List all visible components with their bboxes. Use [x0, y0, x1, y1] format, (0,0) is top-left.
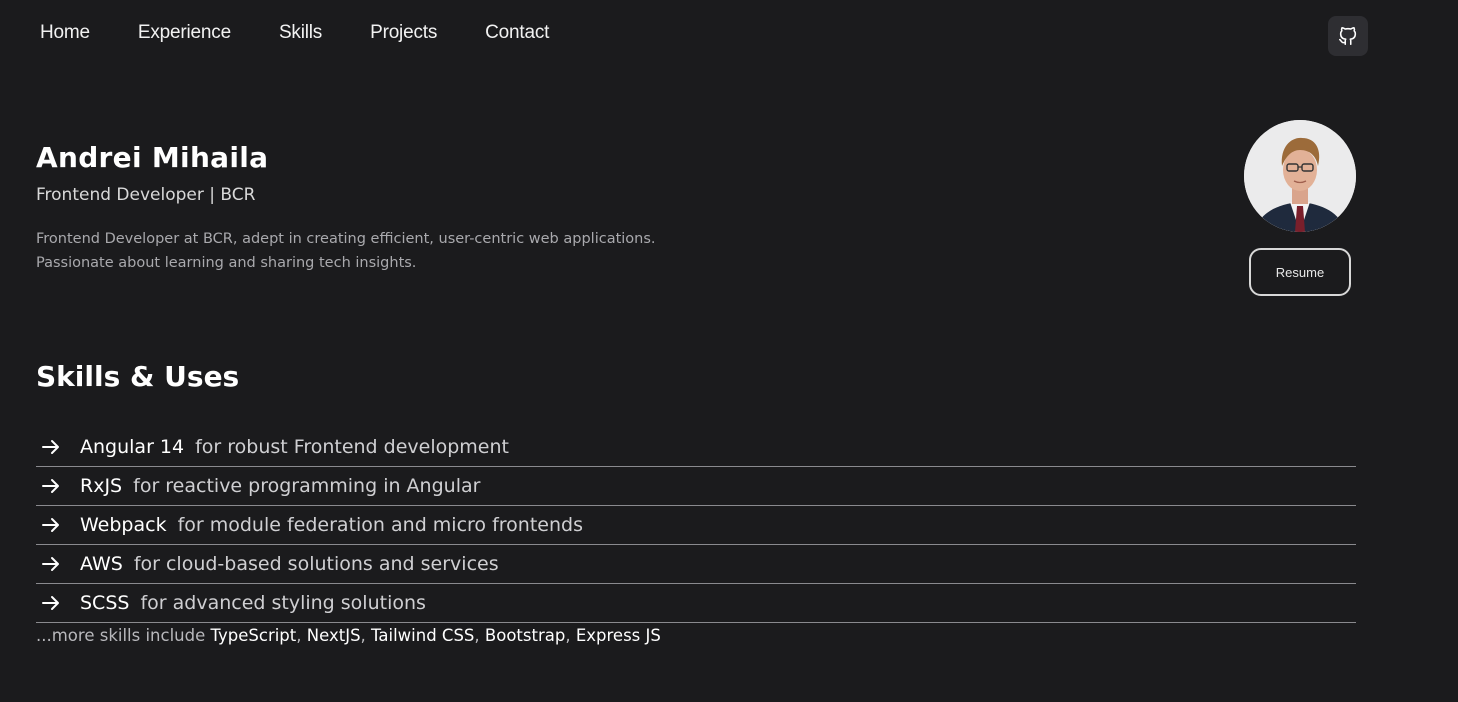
skill-description: for advanced styling solutions: [140, 592, 426, 614]
nav-home-link[interactable]: Home: [40, 22, 90, 44]
more-skill-item: TypeScript: [210, 626, 297, 645]
resume-button[interactable]: Resume: [1249, 248, 1351, 296]
github-button[interactable]: [1328, 16, 1368, 56]
arrow-right-icon: [36, 556, 80, 572]
profile-bio: Frontend Developer at BCR, adept in crea…: [36, 227, 736, 275]
profile-name: Andrei Mihaila: [36, 141, 269, 174]
avatar-photo: [1244, 120, 1356, 232]
more-skill-item: NextJS: [306, 626, 361, 645]
skill-name: Webpack: [80, 514, 167, 536]
nav-contact-link[interactable]: Contact: [485, 22, 549, 44]
github-icon: [1338, 27, 1357, 46]
separator: ,: [565, 626, 571, 645]
nav-skills-link[interactable]: Skills: [279, 22, 322, 44]
skill-name: SCSS: [80, 592, 130, 614]
separator: ,: [360, 626, 366, 645]
skills-heading: Skills & Uses: [36, 360, 240, 393]
bio-line: Passionate about learning and sharing te…: [36, 255, 417, 271]
skill-description: for cloud-based solutions and services: [133, 553, 499, 575]
profile-role: Frontend Developer | BCR: [36, 185, 256, 205]
more-skills: ...more skills include TypeScript, NextJ…: [36, 626, 661, 645]
skill-name: Angular 14: [80, 436, 185, 458]
bio-line: Frontend Developer at BCR, adept in crea…: [36, 231, 656, 247]
more-skills-prefix: ...more skills include: [36, 626, 206, 645]
arrow-right-icon: [36, 439, 80, 455]
skill-description: for reactive programming in Angular: [133, 475, 481, 497]
skills-list: Angular 14 for robust Frontend developme…: [36, 428, 1356, 623]
skill-item: Webpack for module federation and micro …: [36, 506, 1356, 545]
nav-experience-link[interactable]: Experience: [138, 22, 231, 44]
skill-name: AWS: [80, 553, 123, 575]
arrow-right-icon: [36, 478, 80, 494]
page: Home Experience Skills Projects Contact …: [0, 0, 1458, 702]
nav-projects-link[interactable]: Projects: [370, 22, 437, 44]
skill-item: RxJS for reactive programming in Angular: [36, 467, 1356, 506]
skill-item: SCSS for advanced styling solutions: [36, 584, 1356, 623]
skill-description: for robust Frontend development: [195, 436, 509, 458]
more-skill-item: Tailwind CSS: [371, 626, 475, 645]
skill-item: Angular 14 for robust Frontend developme…: [36, 428, 1356, 467]
more-skill-item: Express JS: [575, 626, 661, 645]
avatar: [1244, 120, 1356, 232]
skill-name: RxJS: [80, 475, 123, 497]
arrow-right-icon: [36, 517, 80, 533]
more-skill-item: Bootstrap: [484, 626, 566, 645]
top-nav: Home Experience Skills Projects Contact: [40, 22, 597, 44]
separator: ,: [296, 626, 302, 645]
skill-description: for module federation and micro frontend…: [177, 514, 583, 536]
arrow-right-icon: [36, 595, 80, 611]
skill-item: AWS for cloud-based solutions and servic…: [36, 545, 1356, 584]
separator: ,: [474, 626, 480, 645]
